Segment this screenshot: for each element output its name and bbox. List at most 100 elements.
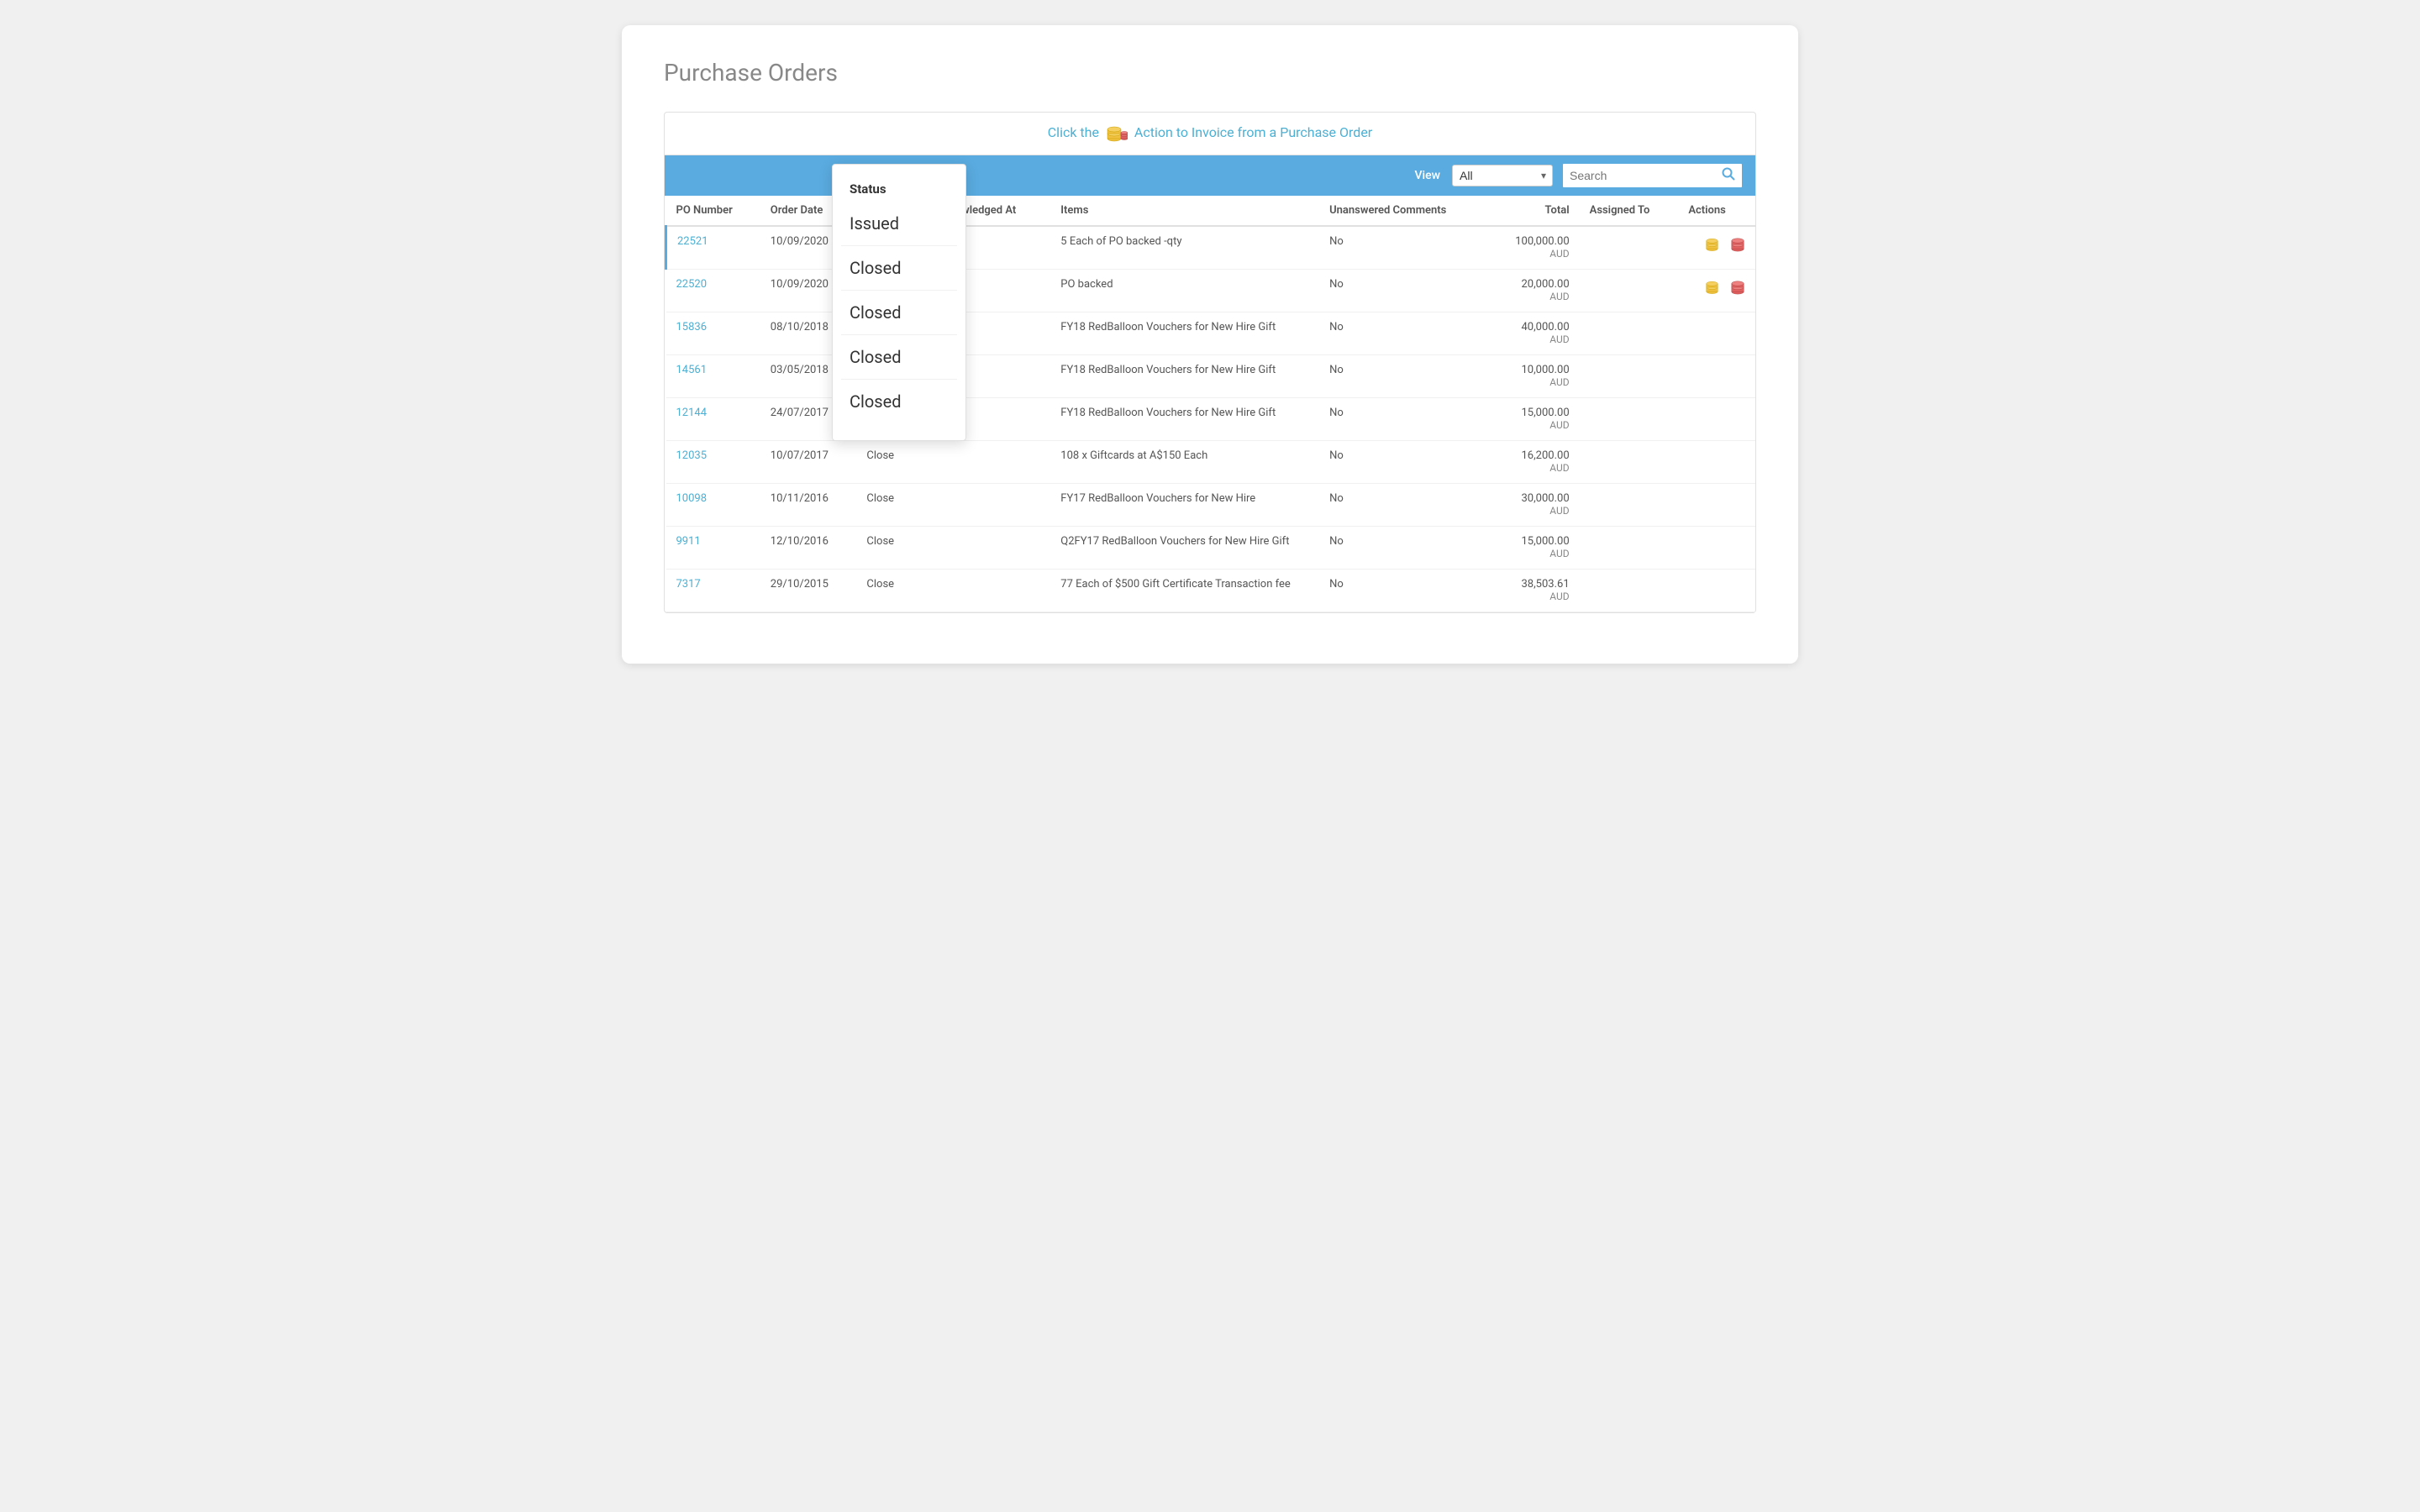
page-title: Purchase Orders bbox=[664, 59, 1756, 87]
cell-assigned-to bbox=[1580, 398, 1679, 441]
cell-items: 5 Each of PO backed -qty bbox=[1050, 226, 1319, 270]
cell-assigned-to bbox=[1580, 355, 1679, 398]
cell-items: 108 x Giftcards at A$150 Each bbox=[1050, 441, 1319, 484]
cell-actions bbox=[1678, 484, 1755, 527]
cell-order-date: 10/11/2016 bbox=[760, 484, 857, 527]
cell-assigned-to bbox=[1580, 312, 1679, 355]
view-select-wrapper[interactable]: All Issued Closed bbox=[1452, 165, 1553, 186]
po-number-link[interactable]: 14561 bbox=[676, 364, 708, 376]
status-dropdown[interactable]: Status Issued Closed Closed Closed Close… bbox=[832, 164, 966, 441]
cell-unanswered-comments: No bbox=[1319, 398, 1488, 441]
cell-po-number[interactable]: 15836 bbox=[666, 312, 760, 355]
cell-acknowledged-at bbox=[920, 441, 1050, 484]
action-invoice-icon[interactable] bbox=[1705, 235, 1728, 253]
cell-total: 15,000.00AUD bbox=[1488, 527, 1580, 570]
table-row: 1456103/05/2018CloseFY18 RedBalloon Vouc… bbox=[666, 355, 1756, 398]
cell-actions bbox=[1678, 441, 1755, 484]
cell-order-date: 29/10/2015 bbox=[760, 570, 857, 612]
table-row: 1583608/10/2018CloseFY18 RedBalloon Vouc… bbox=[666, 312, 1756, 355]
dropdown-item-closed-3[interactable]: Closed bbox=[833, 335, 965, 379]
dropdown-item-closed-2[interactable]: Closed bbox=[833, 291, 965, 334]
table-body: 2252110/09/2020Issue5 Each of PO backed … bbox=[666, 226, 1756, 612]
cell-total: 20,000.00AUD bbox=[1488, 270, 1580, 312]
table-row: 1214424/07/2017CloseFY18 RedBalloon Vouc… bbox=[666, 398, 1756, 441]
po-number-link[interactable]: 15836 bbox=[676, 321, 708, 333]
cell-status: Close bbox=[856, 441, 920, 484]
cell-po-number[interactable]: 7317 bbox=[666, 570, 760, 612]
dropdown-header: Status bbox=[833, 173, 965, 202]
table-row: 2252110/09/2020Issue5 Each of PO backed … bbox=[666, 226, 1756, 270]
action-credit-icon[interactable] bbox=[1730, 278, 1745, 296]
cell-total: 40,000.00AUD bbox=[1488, 312, 1580, 355]
table-row: 731729/10/2015Close77 Each of $500 Gift … bbox=[666, 570, 1756, 612]
table-row: 9911 12/10/2016Close Q2FY17 RedBalloon Vou… bbox=[666, 527, 1756, 570]
cell-order-date: 12/10/2016 bbox=[760, 527, 857, 570]
view-label: View bbox=[1415, 169, 1441, 182]
cell-po-number[interactable]: 12035 bbox=[666, 441, 760, 484]
dropdown-item-closed-1[interactable]: Closed bbox=[833, 246, 965, 290]
table-row: 12035 10/07/2017Close 108 x Giftcards at A… bbox=[666, 441, 1756, 484]
view-select[interactable]: All Issued Closed bbox=[1452, 165, 1553, 186]
toolbar: View All Issued Closed bbox=[665, 155, 1755, 196]
cell-order-date: 10/07/2017 bbox=[760, 441, 857, 484]
cell-unanswered-comments: No bbox=[1319, 226, 1488, 270]
search-input[interactable] bbox=[1570, 169, 1722, 182]
cell-assigned-to bbox=[1580, 441, 1679, 484]
cell-actions bbox=[1678, 570, 1755, 612]
tooltip-suffix: Action to Invoice from a Purchase Order bbox=[1134, 124, 1372, 140]
action-credit-icon[interactable] bbox=[1730, 235, 1745, 253]
table-row: 2252010/09/2020IssuePO backedNo20,000.00… bbox=[666, 270, 1756, 312]
cell-status: Close bbox=[856, 527, 920, 570]
cell-total: 10,000.00AUD bbox=[1488, 355, 1580, 398]
col-unanswered-comments: Unanswered Comments bbox=[1319, 196, 1488, 226]
cell-assigned-to bbox=[1580, 484, 1679, 527]
po-number-link[interactable]: 9911 bbox=[676, 535, 701, 548]
tooltip-prefix: Click the bbox=[1048, 124, 1099, 140]
dropdown-item-issued-1[interactable]: Issued bbox=[833, 202, 965, 245]
dropdown-item-closed-4[interactable]: Closed bbox=[833, 380, 965, 423]
cell-total: 38,503.61AUD bbox=[1488, 570, 1580, 612]
cell-assigned-to bbox=[1580, 527, 1679, 570]
cell-items: FY17 RedBalloon Vouchers for New Hire bbox=[1050, 484, 1319, 527]
search-icon bbox=[1722, 167, 1735, 184]
po-number-link[interactable]: 12035 bbox=[676, 449, 708, 462]
cell-po-number[interactable]: 12144 bbox=[666, 398, 760, 441]
po-number-link[interactable]: 7317 bbox=[676, 578, 701, 591]
cell-assigned-to bbox=[1580, 226, 1679, 270]
cell-unanswered-comments: No bbox=[1319, 312, 1488, 355]
cell-items: Q2FY17 RedBalloon Vouchers for New Hire … bbox=[1050, 527, 1319, 570]
page-wrapper: Purchase Orders Click the bbox=[622, 25, 1798, 664]
cell-po-number[interactable]: 22521 bbox=[666, 226, 760, 270]
cell-actions bbox=[1678, 270, 1755, 312]
table-container: Click the Action to I bbox=[664, 112, 1756, 613]
po-number-link[interactable]: 22521 bbox=[677, 235, 708, 248]
cell-total: 30,000.00AUD bbox=[1488, 484, 1580, 527]
cell-actions bbox=[1678, 355, 1755, 398]
action-invoice-icon[interactable] bbox=[1705, 278, 1728, 296]
cell-assigned-to bbox=[1580, 270, 1679, 312]
cell-po-number[interactable]: 22520 bbox=[666, 270, 760, 312]
po-number-link[interactable]: 12144 bbox=[676, 407, 708, 419]
cell-status: Close bbox=[856, 484, 920, 527]
cell-actions bbox=[1678, 398, 1755, 441]
col-po-number: PO Number bbox=[666, 196, 760, 226]
cell-unanswered-comments: No bbox=[1319, 570, 1488, 612]
col-items: Items bbox=[1050, 196, 1319, 226]
cell-unanswered-comments: No bbox=[1319, 441, 1488, 484]
cell-po-number[interactable]: 14561 bbox=[666, 355, 760, 398]
po-number-link[interactable]: 22520 bbox=[676, 278, 708, 291]
cell-acknowledged-at bbox=[920, 484, 1050, 527]
cell-acknowledged-at bbox=[920, 570, 1050, 612]
cell-actions bbox=[1678, 527, 1755, 570]
cell-total: 16,200.00AUD bbox=[1488, 441, 1580, 484]
po-number-link[interactable]: 10098 bbox=[676, 492, 708, 505]
cell-po-number[interactable]: 9911 bbox=[666, 527, 760, 570]
cell-unanswered-comments: No bbox=[1319, 355, 1488, 398]
coin-action-icon bbox=[1106, 124, 1131, 140]
table-row: 10098 10/11/2016Close FY17 RedBalloon Vouc… bbox=[666, 484, 1756, 527]
search-wrapper bbox=[1561, 162, 1744, 189]
tooltip-banner: Click the Action to I bbox=[665, 113, 1755, 155]
cell-items: FY18 RedBalloon Vouchers for New Hire Gi… bbox=[1050, 355, 1319, 398]
col-assigned-to: Assigned To bbox=[1580, 196, 1679, 226]
cell-po-number[interactable]: 10098 bbox=[666, 484, 760, 527]
